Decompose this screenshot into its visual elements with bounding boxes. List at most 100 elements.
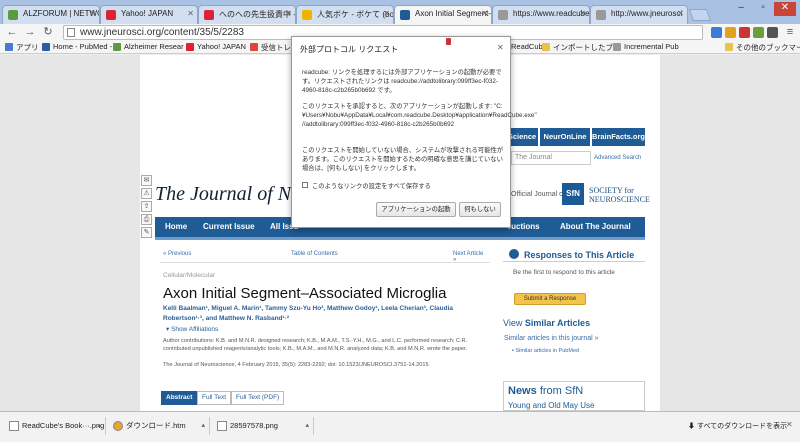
previous-link[interactable]: « Previous: [163, 251, 191, 257]
official-journal-label: Official Journal of: [511, 191, 565, 198]
news-title: News from SfN: [508, 385, 584, 397]
response-bubble-icon: [509, 249, 519, 259]
yahoo-icon: [186, 43, 194, 51]
gmail-icon: [250, 43, 258, 51]
extension-icon[interactable]: [725, 27, 736, 38]
bookmark-pubmed[interactable]: Home - PubMed -: [42, 42, 112, 51]
alzforum-icon: [113, 43, 121, 51]
bookmark-apps[interactable]: アプリ: [5, 42, 39, 53]
download-item[interactable]: 28597578.png ▴: [214, 417, 314, 435]
page-margin-right: [660, 55, 800, 411]
email-icon[interactable]: ✉: [141, 175, 152, 186]
extension-icon[interactable]: [753, 27, 764, 38]
close-icon[interactable]: ✕: [579, 9, 586, 18]
download-item[interactable]: ReadCube's Book···.png ▴: [6, 417, 106, 435]
journal-search-input[interactable]: The Journal: [511, 151, 591, 165]
minimize-button[interactable]: ‒: [730, 2, 752, 16]
tab-label: https://www.readcube: [513, 9, 590, 18]
window-close-button[interactable]: ✕: [774, 2, 796, 16]
show-affiliations-link[interactable]: ▾ Show Affiliations: [166, 325, 218, 333]
chevron-down-icon[interactable]: ▴: [305, 417, 309, 435]
tab-label: Yahoo! JAPAN: [121, 9, 174, 18]
reload-icon[interactable]: ↻: [41, 25, 55, 39]
side-tools: ✉ ⚠ ⇪ ⎙ ✎: [141, 175, 153, 240]
top-link-neuronline[interactable]: NeurOnLine: [540, 128, 590, 146]
similar-journal-link[interactable]: Similar articles in this journal »: [504, 335, 599, 342]
tab-axon-initial-segment[interactable]: Axon Initial Segment– ✕: [394, 5, 492, 24]
toc-link[interactable]: Table of Contents: [291, 251, 338, 257]
image-file-icon: [9, 421, 19, 431]
back-arrow-icon[interactable]: ←: [5, 25, 19, 39]
page-favicon-icon: [498, 10, 508, 20]
new-tab-button[interactable]: [688, 9, 712, 21]
page-favicon-icon: [204, 10, 214, 20]
close-icon[interactable]: ✕: [285, 9, 292, 18]
close-icon[interactable]: ✕: [481, 9, 488, 18]
extension-icon[interactable]: [767, 27, 778, 38]
article-title: Axon Initial Segment–Associated Microgli…: [163, 285, 447, 302]
dialog-close-icon[interactable]: ✕: [497, 43, 504, 52]
tab-yahoo[interactable]: Yahoo! JAPAN ✕: [100, 5, 198, 24]
page-margin-left: [0, 55, 140, 411]
dialog-text-1: readcube: リンクを処理するには外部アプリケーションの起動が必要です。リ…: [302, 69, 502, 94]
chevron-down-icon[interactable]: ▴: [97, 417, 101, 435]
bookmark-imported[interactable]: インポートしたブ: [542, 42, 613, 53]
nav-accent-bar: [155, 237, 645, 240]
article-category: Cellular/Molecular: [163, 272, 216, 279]
show-all-downloads-link[interactable]: ⬇ すべてのダウンロードを表示: [688, 421, 787, 431]
maximize-button[interactable]: ▫: [752, 2, 774, 16]
article-authors[interactable]: Kelli Baalman¹, Miguel A. Marin¹, Tammy …: [163, 304, 483, 324]
chevron-down-icon[interactable]: ▴: [201, 417, 205, 435]
tab-full-text[interactable]: Full Text: [197, 391, 232, 405]
nav-about-journal[interactable]: About The Journal: [560, 222, 631, 231]
extension-icon[interactable]: [711, 27, 722, 38]
author-contributions: Author contributions: K.B. and M.N.R. de…: [163, 338, 468, 352]
remember-choice-checkbox[interactable]: [302, 182, 308, 188]
download-item[interactable]: ダウンロード.htm ▴: [110, 417, 210, 435]
dialog-title: 外部プロトコル リクエスト: [300, 45, 399, 54]
bookmark-incremental[interactable]: Incremental Pub: [613, 42, 679, 51]
tab-jneurosci[interactable]: http://www.jneurosci ✕: [590, 5, 688, 24]
extension-icon[interactable]: [739, 27, 750, 38]
nav-instructions[interactable]: ructions: [508, 222, 540, 231]
do-nothing-button[interactable]: 何もしない: [459, 202, 501, 217]
close-icon[interactable]: ✕: [89, 9, 96, 18]
sfn-logo[interactable]: SfN: [562, 183, 584, 205]
dialog-text-2: このリクエストを承認すると、次のアプリケーションが起動します: "C:¥User…: [302, 103, 537, 128]
tab-henoheno[interactable]: へのへの先生扱責中 - ✕: [198, 5, 296, 24]
close-icon[interactable]: ✕: [786, 420, 793, 429]
tab-alzforum[interactable]: ALZFORUM | NETWOR ✕: [2, 5, 100, 24]
forward-arrow-icon[interactable]: →: [23, 25, 37, 39]
advanced-search-link[interactable]: Advanced Search: [594, 155, 641, 161]
similar-pubmed-link[interactable]: ▪ Similar articles in PubMed: [512, 348, 579, 354]
bookmark-yahoo[interactable]: Yahoo! JAPAN: [186, 42, 246, 51]
news-item-link[interactable]: Young and Old May Use: [508, 401, 594, 410]
menu-icon[interactable]: ≡: [783, 25, 797, 39]
external-protocol-dialog: [291, 36, 511, 228]
sfn-wordmark: SOCIETY for NEUROSCIENCE: [589, 186, 650, 204]
close-icon[interactable]: ✕: [677, 9, 684, 18]
folder-icon: [725, 43, 733, 51]
launch-application-button[interactable]: アプリケーションの起動: [376, 202, 456, 217]
bookmark-alzheimer[interactable]: Alzheimer Resear: [113, 42, 184, 51]
bokete-favicon-icon: [302, 10, 312, 20]
close-icon[interactable]: ✕: [383, 9, 390, 18]
remember-choice-label[interactable]: このようなリンクの設定をすべて保存する: [312, 181, 431, 190]
bookmark-other[interactable]: その他のブックマーク: [725, 42, 800, 53]
close-icon[interactable]: ✕: [187, 9, 194, 18]
top-link-brainfacts[interactable]: BrainFacts.org: [592, 128, 645, 146]
submit-response-button[interactable]: Submit a Response: [514, 293, 586, 305]
image-file-icon: [217, 421, 227, 431]
tab-readcube[interactable]: https://www.readcube ✕: [492, 5, 590, 24]
divider: [160, 262, 490, 263]
cite-icon[interactable]: ✎: [141, 227, 152, 238]
tab-abstract[interactable]: Abstract: [161, 391, 198, 405]
nav-current-issue[interactable]: Current Issue: [203, 222, 255, 231]
share-icon[interactable]: ⇪: [141, 201, 152, 212]
print-icon[interactable]: ⎙: [141, 214, 152, 225]
nav-home[interactable]: Home: [165, 222, 187, 231]
alert-icon[interactable]: ⚠: [141, 188, 152, 199]
pubmed-icon: [42, 43, 50, 51]
tab-bokete[interactable]: 人気ボケ - ボケて (bok ✕: [296, 5, 394, 24]
tab-full-text-pdf[interactable]: Full Text (PDF): [231, 391, 285, 405]
